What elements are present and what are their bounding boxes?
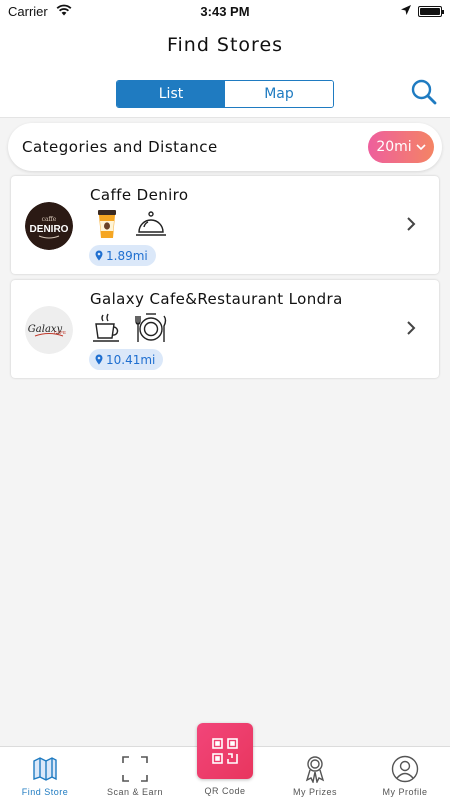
svg-text:caffe: caffe: [42, 216, 57, 223]
location-arrow-icon: [400, 4, 412, 19]
tab-label: Find Store: [21, 787, 69, 797]
svg-text:DENIRO: DENIRO: [30, 224, 69, 235]
distance-dropdown[interactable]: 20mi: [368, 131, 434, 163]
tab-scan-earn[interactable]: Scan & Earn: [90, 747, 180, 800]
distance-value: 20mi: [376, 139, 412, 155]
tab-label: My Profile: [382, 787, 428, 797]
store-name: Caffe Deniro: [90, 186, 189, 204]
tab-map[interactable]: Map: [225, 81, 333, 107]
distance-text: 1.89mi: [106, 248, 148, 263]
medal-icon: [305, 756, 325, 783]
filter-label: Categories and Distance: [22, 138, 218, 156]
store-logo: Galaxy CAFE: [25, 306, 73, 354]
search-icon: [411, 79, 437, 105]
distance-text: 10.41mi: [106, 352, 156, 367]
battery-icon: [418, 6, 444, 17]
qr-code-button[interactable]: [197, 723, 253, 779]
coffee-cup-icon: [90, 207, 124, 241]
chevron-right-icon: [407, 321, 416, 335]
coffee-mug-icon: [90, 311, 124, 345]
store-name: Galaxy Cafe&Restaurant Londra: [90, 290, 343, 308]
profile-icon: [391, 755, 419, 783]
clock: 3:43 PM: [200, 4, 250, 19]
status-bar: Carrier 3:43 PM: [0, 0, 450, 24]
view-toggle: List Map: [116, 80, 334, 108]
distance-badge: 10.41mi: [89, 349, 164, 370]
scan-icon: [122, 756, 148, 782]
cloche-icon: [134, 207, 168, 241]
tab-my-prizes[interactable]: My Prizes: [270, 747, 360, 800]
restaurant-plate-icon: [134, 311, 168, 345]
categories-distance-filter[interactable]: Categories and Distance 20mi: [8, 123, 442, 171]
tab-list[interactable]: List: [117, 81, 225, 107]
tab-label: My Prizes: [292, 787, 337, 797]
location-pin-icon: [95, 354, 103, 365]
tab-my-profile[interactable]: My Profile: [360, 747, 450, 800]
tab-label: Scan & Earn: [106, 787, 164, 797]
store-card-caffe-deniro[interactable]: caffe DENIRO Caffe Deniro 1.89mi: [11, 176, 439, 274]
page-title: Find Stores: [166, 34, 284, 56]
tab-find-store[interactable]: Find Store: [0, 747, 90, 800]
header: Find Stores List Map: [0, 24, 450, 118]
chevron-right-icon: [407, 217, 416, 231]
store-logo: caffe DENIRO: [25, 202, 73, 250]
qr-code-label: QR Code: [204, 786, 246, 796]
qr-code-icon: [212, 738, 238, 764]
chevron-down-icon: [416, 143, 426, 150]
location-pin-icon: [95, 250, 103, 261]
store-card-galaxy-cafe[interactable]: Galaxy CAFE Galaxy Cafe&Restaurant Londr…: [11, 280, 439, 378]
search-button[interactable]: [410, 78, 440, 108]
map-icon: [33, 757, 57, 781]
distance-badge: 1.89mi: [89, 245, 156, 266]
